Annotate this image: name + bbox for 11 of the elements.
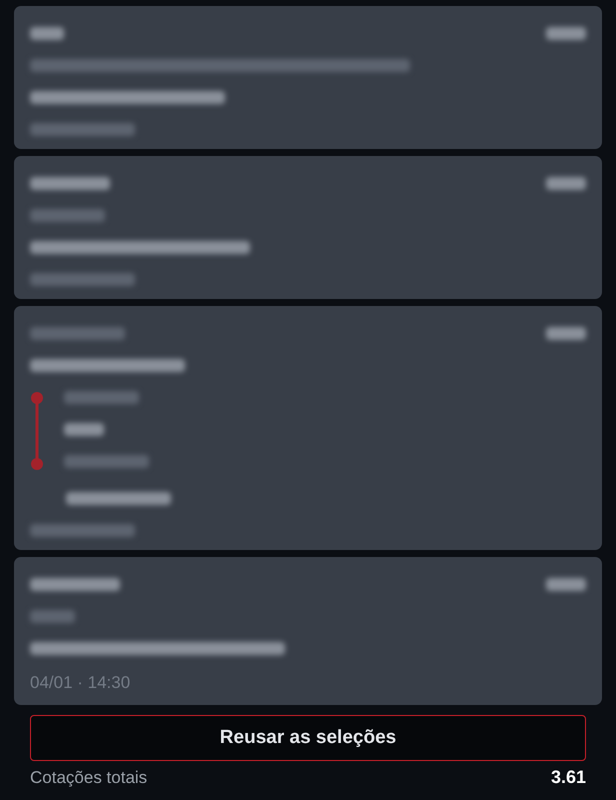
reuse-selections-button[interactable]: Reusar as seleções [30,715,586,761]
blurred-line [546,327,586,340]
blurred-line [30,610,75,623]
blurred-line [546,177,586,190]
total-odds-label: Cotações totais [30,768,148,787]
match-date: 04/01 · 14:30 [30,674,132,692]
blurred-line [546,27,586,40]
blurred-line [546,578,586,591]
blurred-line [30,27,64,40]
blurred-line [64,423,104,436]
total-odds-value: 3.61 [550,768,586,787]
